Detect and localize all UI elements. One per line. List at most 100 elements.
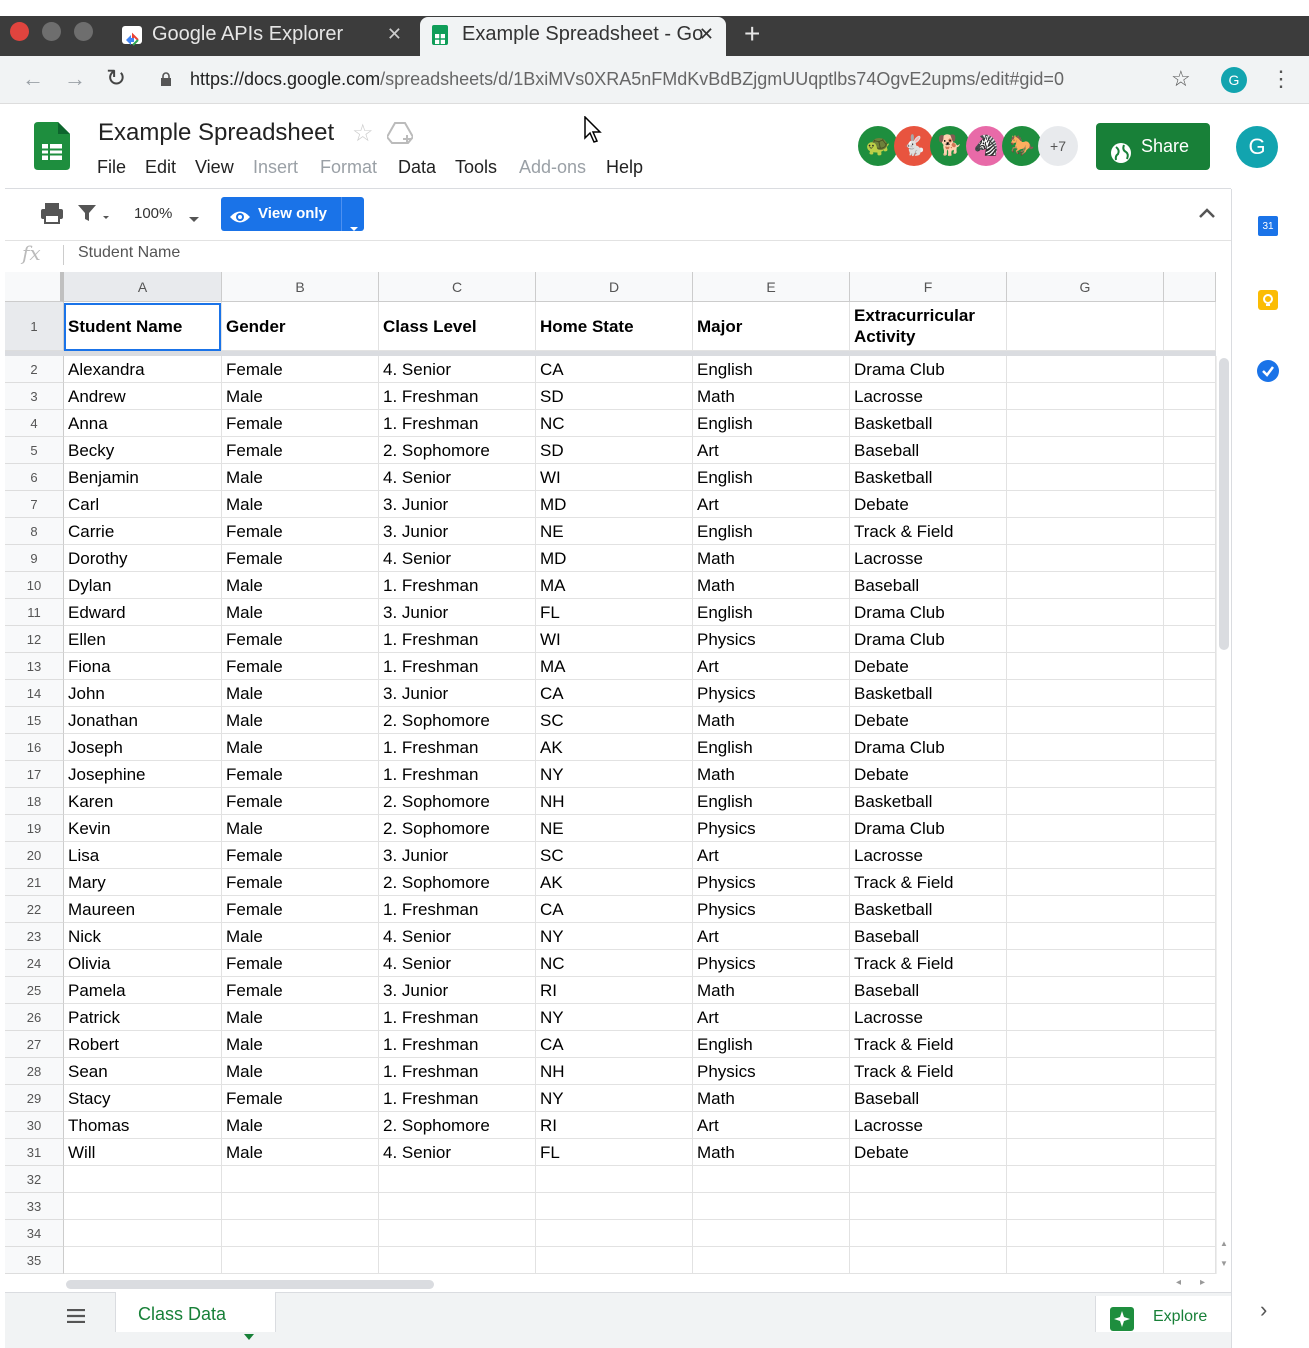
row-header[interactable]: 15 <box>5 707 64 734</box>
cell-class-level[interactable]: 1. Freshman <box>379 626 536 653</box>
cell-class-level[interactable]: 2. Sophomore <box>379 869 536 896</box>
cell-class-level[interactable] <box>379 1220 536 1247</box>
cell-class-level[interactable]: 1. Freshman <box>379 410 536 437</box>
cell-gender[interactable]: Female <box>222 410 379 437</box>
menu-edit[interactable]: Edit <box>145 157 176 178</box>
cell-extracurricular-activity[interactable]: Debate <box>850 761 1007 788</box>
header-cell-gender[interactable]: Gender <box>222 302 379 351</box>
cell-home-state[interactable]: SD <box>536 383 693 410</box>
cell-class-level[interactable]: 4. Senior <box>379 950 536 977</box>
cell-extracurricular-activity[interactable]: Basketball <box>850 410 1007 437</box>
collaborator-avatar-dog-icon[interactable]: 🐕 <box>930 126 970 166</box>
cell-extracurricular-activity[interactable]: Lacrosse <box>850 545 1007 572</box>
cell-major[interactable]: Physics <box>693 815 850 842</box>
cell-student-name[interactable]: Stacy <box>64 1085 222 1112</box>
cell-empty[interactable] <box>1007 1058 1164 1085</box>
cell-major[interactable]: Math <box>693 572 850 599</box>
select-all-corner[interactable] <box>5 272 64 302</box>
cell-home-state[interactable]: NY <box>536 1085 693 1112</box>
header-cell-h[interactable] <box>1164 302 1216 351</box>
browser-tab-example-spreadsheet[interactable]: Example Spreadsheet - Go ✕ <box>420 17 726 56</box>
cell-empty[interactable] <box>1164 356 1216 383</box>
menu-view[interactable]: View <box>195 157 234 178</box>
cell-major[interactable]: Physics <box>693 626 850 653</box>
cell-empty[interactable] <box>1164 977 1216 1004</box>
cell-class-level[interactable]: 1. Freshman <box>379 572 536 599</box>
row-header[interactable]: 29 <box>5 1085 64 1112</box>
cell-home-state[interactable]: NE <box>536 815 693 842</box>
cell-class-level[interactable]: 1. Freshman <box>379 1031 536 1058</box>
cell-empty[interactable] <box>1164 1220 1216 1247</box>
cell-major[interactable]: Physics <box>693 896 850 923</box>
cell-extracurricular-activity[interactable] <box>850 1193 1007 1220</box>
cell-home-state[interactable] <box>536 1166 693 1193</box>
cell-empty[interactable] <box>1164 1139 1216 1166</box>
cell-extracurricular-activity[interactable]: Lacrosse <box>850 383 1007 410</box>
row-header[interactable]: 16 <box>5 734 64 761</box>
cell-student-name[interactable] <box>64 1166 222 1193</box>
tab-close-icon[interactable]: ✕ <box>387 17 402 51</box>
cell-student-name[interactable]: Thomas <box>64 1112 222 1139</box>
cell-home-state[interactable]: CA <box>536 680 693 707</box>
cell-home-state[interactable]: SC <box>536 842 693 869</box>
cell-gender[interactable] <box>222 1193 379 1220</box>
cell-empty[interactable] <box>1164 1031 1216 1058</box>
cell-student-name[interactable]: Lisa <box>64 842 222 869</box>
cell-extracurricular-activity[interactable] <box>850 1247 1007 1274</box>
row-header[interactable]: 34 <box>5 1220 64 1247</box>
row-header-1[interactable]: 1 <box>5 302 64 351</box>
collaborator-avatar-zebra-icon[interactable]: 🦓 <box>966 126 1006 166</box>
cell-empty[interactable] <box>1164 410 1216 437</box>
cell-gender[interactable] <box>222 1166 379 1193</box>
address-bar[interactable]: https://docs.google.com/spreadsheets/d/1… <box>190 69 1064 90</box>
cell-gender[interactable]: Female <box>222 653 379 680</box>
cell-home-state[interactable]: NE <box>536 518 693 545</box>
collaborator-avatar-horse-icon[interactable]: 🐎 <box>1002 126 1042 166</box>
cell-major[interactable]: Art <box>693 842 850 869</box>
cell-home-state[interactable]: MA <box>536 572 693 599</box>
cell-class-level[interactable]: 1. Freshman <box>379 896 536 923</box>
cell-major[interactable] <box>693 1247 850 1274</box>
row-header[interactable]: 9 <box>5 545 64 572</box>
cell-extracurricular-activity[interactable]: Baseball <box>850 1085 1007 1112</box>
cell-home-state[interactable]: NC <box>536 410 693 437</box>
row-header[interactable]: 26 <box>5 1004 64 1031</box>
column-header-g[interactable]: G <box>1007 272 1164 302</box>
browser-menu-icon[interactable]: ⋮ <box>1270 66 1292 92</box>
collaborator-avatar-rabbit-icon[interactable]: 🐇 <box>894 126 934 166</box>
cell-student-name[interactable]: Carl <box>64 491 222 518</box>
cell-home-state[interactable]: FL <box>536 599 693 626</box>
cell-class-level[interactable]: 1. Freshman <box>379 1004 536 1031</box>
row-header[interactable]: 22 <box>5 896 64 923</box>
calendar-icon[interactable]: 31 <box>1258 216 1278 236</box>
row-header[interactable]: 23 <box>5 923 64 950</box>
cell-empty[interactable] <box>1164 1085 1216 1112</box>
cell-gender[interactable]: Male <box>222 464 379 491</box>
cell-gender[interactable]: Male <box>222 707 379 734</box>
cell-major[interactable]: Art <box>693 923 850 950</box>
cell-class-level[interactable]: 2. Sophomore <box>379 788 536 815</box>
cell-home-state[interactable]: SD <box>536 437 693 464</box>
header-cell-class-level[interactable]: Class Level <box>379 302 536 351</box>
cell-class-level[interactable]: 4. Senior <box>379 464 536 491</box>
sheet-tab-class-data[interactable]: Class Data <box>115 1292 276 1340</box>
sheet-tab-dropdown-icon[interactable] <box>244 1312 254 1340</box>
column-header-h[interactable] <box>1164 272 1216 302</box>
row-header[interactable]: 30 <box>5 1112 64 1139</box>
cell-major[interactable]: English <box>693 599 850 626</box>
window-maximize-button[interactable] <box>74 22 93 41</box>
cell-empty[interactable] <box>1164 1166 1216 1193</box>
cell-gender[interactable]: Female <box>222 437 379 464</box>
cell-home-state[interactable]: WI <box>536 626 693 653</box>
cell-major[interactable]: Math <box>693 761 850 788</box>
cell-major[interactable]: Art <box>693 1004 850 1031</box>
cell-extracurricular-activity[interactable]: Track & Field <box>850 518 1007 545</box>
cell-student-name[interactable]: Benjamin <box>64 464 222 491</box>
cell-extracurricular-activity[interactable]: Debate <box>850 653 1007 680</box>
cell-gender[interactable]: Female <box>222 896 379 923</box>
cell-empty[interactable] <box>1164 950 1216 977</box>
cell-extracurricular-activity[interactable]: Drama Club <box>850 815 1007 842</box>
cell-gender[interactable]: Male <box>222 1139 379 1166</box>
cell-class-level[interactable]: 1. Freshman <box>379 383 536 410</box>
cell-major[interactable]: Physics <box>693 950 850 977</box>
